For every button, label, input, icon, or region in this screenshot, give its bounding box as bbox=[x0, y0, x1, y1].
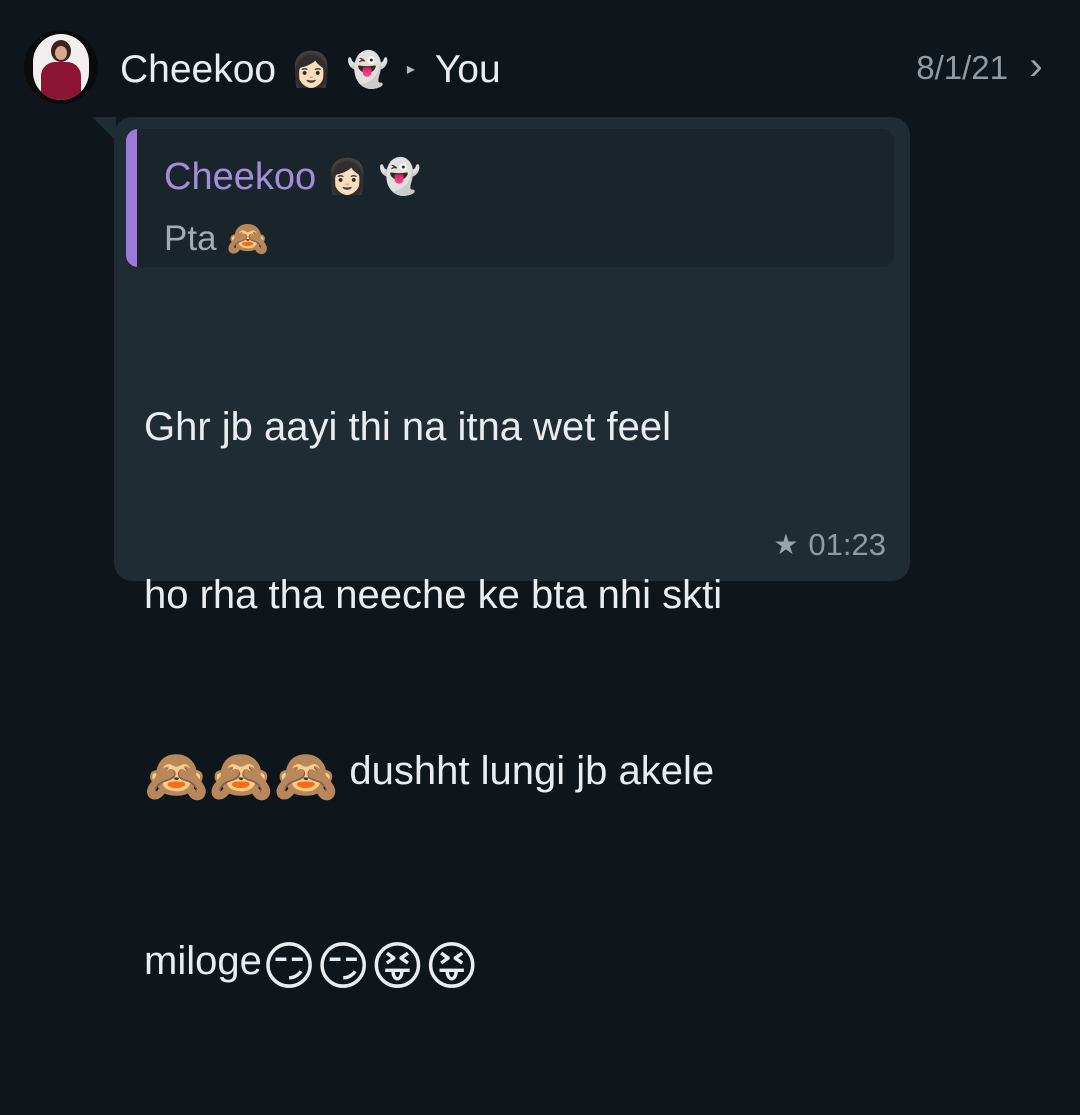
message-text-4: miloge bbox=[144, 939, 262, 983]
message-line-1: Ghr jb aayi thi na itna wet feel bbox=[144, 405, 671, 449]
bubble-tail bbox=[92, 117, 116, 141]
quote-text-content: Pta bbox=[164, 219, 217, 258]
message-line-3: 🙈🙈🙈 dushht lungi jb akele bbox=[144, 735, 874, 813]
avatar-body bbox=[41, 62, 81, 100]
quote-author-name: Cheekoo bbox=[164, 156, 317, 198]
star-icon: ★ bbox=[773, 528, 799, 561]
sender-name: Cheekoo bbox=[120, 48, 277, 91]
message-emojis-1: 🙈🙈🙈 bbox=[144, 747, 339, 807]
sender-emoji-2: 👻 bbox=[346, 50, 389, 90]
avatar[interactable] bbox=[24, 30, 98, 104]
avatar-photo bbox=[33, 34, 89, 100]
quote-text-emoji: 🙈 bbox=[226, 219, 269, 259]
quote-author-emoji-2: 👻 bbox=[378, 157, 421, 197]
message-text-3: dushht lungi jb akele bbox=[338, 749, 715, 793]
quote-text: Pta 🙈 bbox=[164, 217, 269, 261]
message-time: 01:23 bbox=[808, 527, 886, 562]
message-line-4: miloge😏😏😝😝 bbox=[144, 925, 874, 1003]
header-title: Cheekoo 👩🏻 👻 ▸ You bbox=[120, 46, 501, 94]
avatar-face bbox=[55, 46, 67, 60]
message-bubble[interactable]: Cheekoo 👩🏻 👻 Pta 🙈 Ghr jb aayi thi na it… bbox=[114, 117, 910, 993]
sender-emoji-1: 👩🏻 bbox=[290, 50, 333, 90]
message-line-2: ho rha tha neeche ke bta nhi skti bbox=[144, 573, 723, 617]
quote-accent-bar bbox=[126, 129, 137, 267]
message-date: 8/1/21 bbox=[916, 49, 1008, 86]
arrow-icon: ▸ bbox=[406, 61, 415, 78]
message-meta: ★ 01:23 bbox=[773, 527, 886, 563]
quoted-message[interactable]: Cheekoo 👩🏻 👻 Pta 🙈 bbox=[126, 129, 894, 267]
recipient-name: You bbox=[434, 48, 501, 91]
quote-author: Cheekoo 👩🏻 👻 bbox=[164, 155, 421, 199]
chevron-right-icon[interactable]: › bbox=[1016, 46, 1056, 88]
message-info-header: Cheekoo 👩🏻 👻 ▸ You 8/1/21 › bbox=[0, 0, 1080, 112]
quote-author-emoji-1: 👩🏻 bbox=[326, 157, 369, 197]
message-text: Ghr jb aayi thi na itna wet feel ho rha … bbox=[144, 287, 874, 1115]
message-emojis-2: 😏😏😝😝 bbox=[261, 937, 479, 997]
